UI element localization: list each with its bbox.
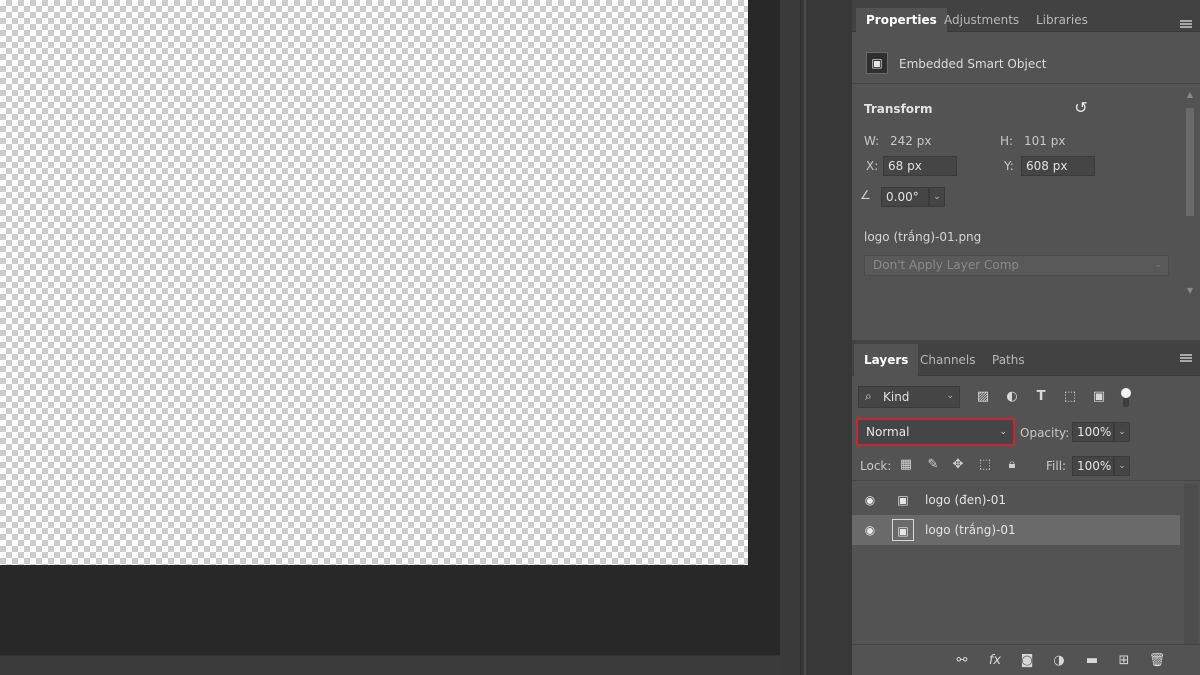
collapsed-panel-strip	[800, 0, 852, 675]
layer-row-selected[interactable]: ◉ ▣ logo (trắng)-01	[852, 515, 1180, 545]
layers-bottom-toolbar: ⚯ fx ◙ ◑ ▬ ⊞ 🗑︎	[852, 644, 1200, 675]
fill-field[interactable]: 100%	[1072, 456, 1114, 476]
fill-slider-chevron-icon[interactable]: ⌄	[1114, 456, 1130, 476]
link-layers-icon[interactable]: ⚯	[952, 651, 972, 671]
filter-smart-objects-icon[interactable]: ▣	[1090, 388, 1108, 406]
lock-label: Lock:	[860, 459, 892, 473]
opacity-label: Opacity:	[1020, 426, 1070, 440]
layers-tab-bar: Layers Channels Paths	[852, 340, 1200, 376]
linked-filename: logo (trắng)-01.png	[864, 230, 982, 244]
layers-scrollbar[interactable]	[1184, 484, 1198, 644]
fx-icon[interactable]: fx	[985, 651, 1005, 671]
chevron-down-icon: ⌄	[946, 391, 954, 401]
opacity-slider-chevron-icon[interactable]: ⌄	[1114, 422, 1130, 442]
y-label: Y:	[1004, 159, 1014, 173]
filter-type-layers-icon[interactable]: T	[1032, 388, 1050, 406]
scroll-down-icon[interactable]: ▼	[1185, 286, 1195, 295]
properties-tab-bar: Properties Adjustments Libraries	[852, 0, 1200, 32]
add-mask-icon[interactable]: ◙	[1017, 651, 1037, 671]
width-label: W:	[864, 134, 880, 148]
height-value: 101 px	[1024, 134, 1066, 148]
fill-label: Fill:	[1046, 459, 1067, 473]
vertical-scrollbar[interactable]	[780, 0, 800, 675]
lock-artboard-icon[interactable]: ⬚	[976, 456, 994, 474]
smart-object-icon: ▣	[866, 52, 888, 74]
opacity-field[interactable]: 100%	[1072, 422, 1114, 442]
panel-menu-icon[interactable]	[1180, 20, 1192, 28]
layer-comp-value: Don't Apply Layer Comp	[873, 258, 1019, 272]
visibility-eye-icon[interactable]: ◉	[862, 493, 878, 507]
divider	[852, 480, 1200, 481]
blend-mode-select[interactable]: Normal ⌄	[856, 418, 1015, 446]
properties-scrollbar[interactable]: ▲ ▼	[1184, 90, 1196, 302]
width-value: 242 px	[890, 134, 932, 148]
reset-transform-icon[interactable]: ↺	[1072, 99, 1090, 117]
adjustment-layer-icon[interactable]: ◑	[1049, 651, 1069, 671]
smart-object-thumbnail-icon: ▣	[897, 493, 909, 507]
layer-name: logo (trắng)-01	[925, 523, 1016, 537]
tab-adjustments[interactable]: Adjustments	[934, 8, 1029, 32]
panel-divider	[804, 0, 806, 675]
layer-comp-select[interactable]: Don't Apply Layer Comp ⌄	[864, 255, 1169, 276]
chevron-down-icon: ⌄	[1154, 260, 1162, 270]
chevron-down-icon: ⌄	[999, 427, 1007, 437]
filter-shape-layers-icon[interactable]: ⬚	[1061, 388, 1079, 406]
toggle-knob	[1121, 388, 1131, 398]
scroll-up-icon[interactable]: ▲	[1185, 90, 1195, 99]
tab-paths[interactable]: Paths	[982, 344, 1035, 376]
panel-menu-icon[interactable]	[1180, 354, 1192, 362]
lock-position-icon[interactable]: ✥	[949, 456, 967, 474]
filter-toggle-switch[interactable]	[1120, 386, 1132, 408]
blend-mode-value: Normal	[866, 425, 910, 439]
filter-adjustment-layers-icon[interactable]: ◐	[1003, 388, 1021, 406]
lock-transparent-pixels-icon[interactable]: ▦	[897, 456, 915, 474]
x-label: X:	[866, 159, 879, 173]
angle-field[interactable]: 0.00°	[881, 187, 929, 207]
y-position-field[interactable]: 608 px	[1021, 156, 1095, 176]
delete-layer-icon[interactable]: 🗑︎	[1147, 651, 1167, 671]
layer-row[interactable]: ◉ ▣ logo (đen)-01	[852, 485, 1180, 515]
toggle-track	[1123, 398, 1129, 407]
visibility-eye-icon[interactable]: ◉	[862, 523, 878, 537]
document-canvas-transparent[interactable]	[0, 0, 748, 565]
lock-all-icon[interactable]: 🔒︎	[1003, 456, 1021, 474]
filter-kind-value: Kind	[883, 390, 910, 404]
object-type-label: Embedded Smart Object	[899, 57, 1047, 71]
tab-layers[interactable]: Layers	[854, 344, 919, 376]
layer-filter-kind-select[interactable]: ⌕ Kind ⌄	[858, 386, 960, 408]
scrollbar-thumb[interactable]	[1186, 108, 1194, 216]
angle-icon: ∠	[860, 188, 871, 202]
new-group-icon[interactable]: ▬	[1082, 651, 1102, 671]
tab-libraries[interactable]: Libraries	[1026, 8, 1098, 32]
search-icon: ⌕	[865, 389, 872, 403]
smart-object-row: ▣ Embedded Smart Object	[852, 40, 1200, 84]
tab-channels[interactable]: Channels	[910, 344, 986, 376]
smart-object-thumbnail-icon: ▣	[892, 519, 914, 541]
filter-pixel-layers-icon[interactable]: ▨	[974, 388, 992, 406]
right-panels: Properties Adjustments Libraries ▣ Embed…	[852, 0, 1200, 675]
new-layer-icon[interactable]: ⊞	[1114, 651, 1134, 671]
layer-name: logo (đen)-01	[925, 493, 1007, 507]
transform-heading: Transform	[864, 102, 933, 116]
x-position-field[interactable]: 68 px	[883, 156, 957, 176]
height-label: H:	[1000, 134, 1014, 148]
angle-dropdown-chevron-icon[interactable]: ⌄	[929, 187, 945, 207]
horizontal-scrollbar[interactable]	[0, 655, 785, 675]
lock-image-pixels-icon[interactable]: ✎	[924, 456, 942, 474]
canvas-area[interactable]	[0, 0, 800, 675]
